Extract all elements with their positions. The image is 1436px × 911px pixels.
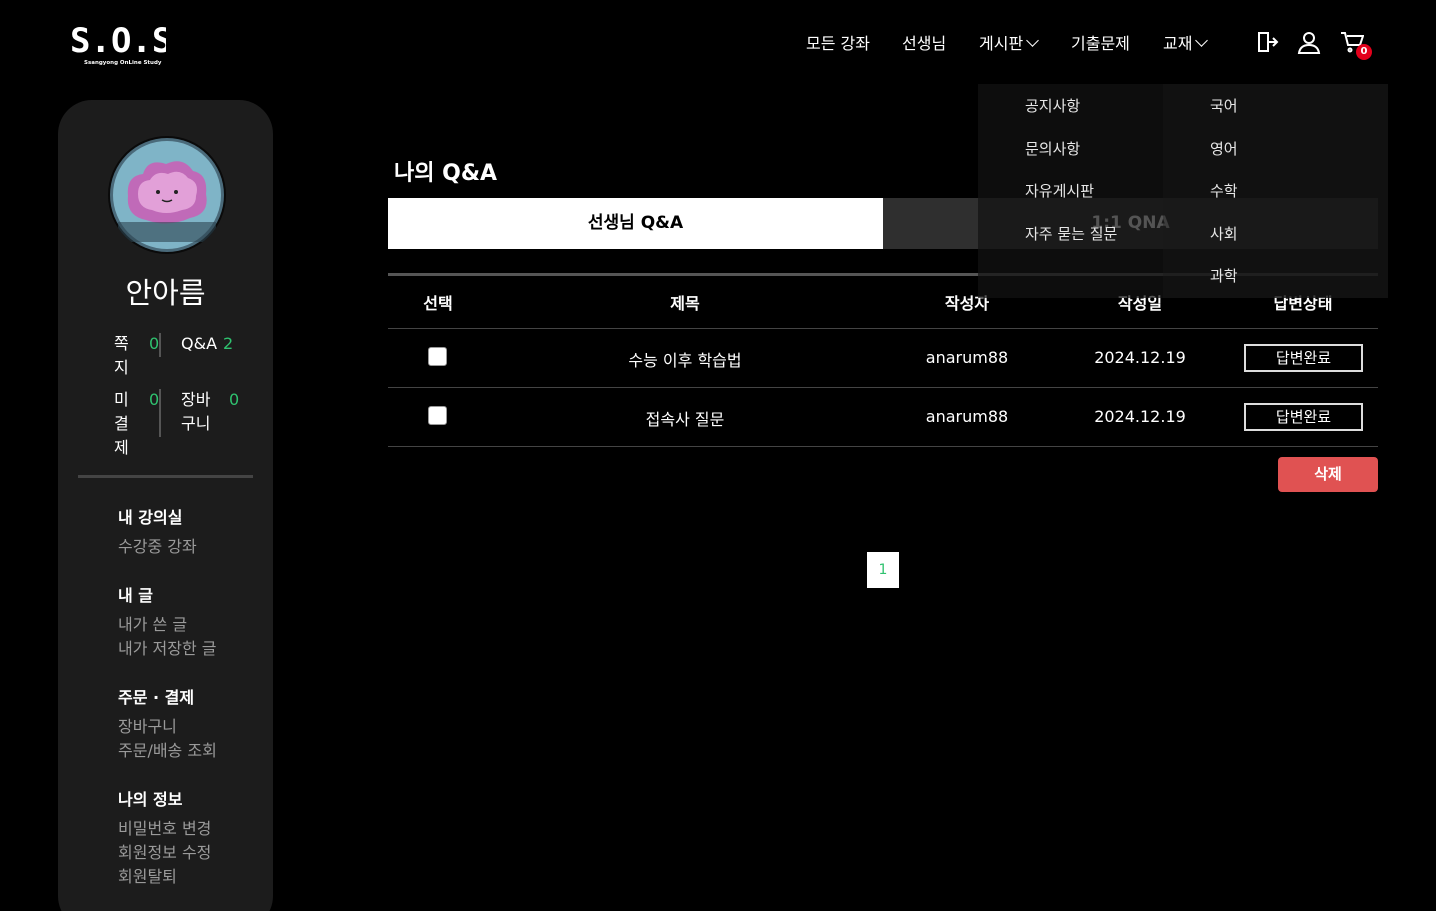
user-icon[interactable] [1297,30,1321,54]
sidebar-section-my-posts: 내 글 [118,586,154,605]
dropdown-item-free-board[interactable]: 자유게시판 [1025,180,1094,201]
logo-text: S.O.S [70,21,166,61]
nav-all-courses[interactable]: 모든 강좌 [806,30,870,53]
dropdown-item-faq[interactable]: 자주 묻는 질문 [1025,223,1117,244]
dropdown-item-inquiry[interactable]: 문의사항 [1025,138,1080,159]
chevron-down-icon [1195,34,1209,47]
nav-board-label: 게시판 [979,34,1024,53]
logout-icon[interactable] [1255,30,1279,54]
sidebar-section-my-classroom: 내 강의실 [118,508,183,527]
sidebar-link-edit-profile[interactable]: 회원정보 수정 [118,839,211,863]
row-author: anarum88 [925,407,1009,426]
stat-note-value: 0 [149,334,160,353]
dropdown-item-social[interactable]: 사회 [1210,223,1238,244]
nav-teachers[interactable]: 선생님 [902,30,946,53]
row-author: anarum88 [925,348,1009,367]
row-divider [388,387,1378,388]
dropdown-item-math[interactable]: 수학 [1210,180,1238,201]
sidebar-section-my-info: 나의 정보 [118,790,183,809]
row-title[interactable]: 접속사 질문 [535,406,835,430]
sidebar-link-change-password[interactable]: 비밀번호 변경 [118,815,211,839]
answer-status-button[interactable]: 답변완료 [1244,403,1363,431]
stat-qa-label[interactable]: Q&A [181,332,217,356]
tab-teacher-qa[interactable]: 선생님 Q&A [388,198,883,249]
stat-divider [159,389,161,437]
column-header-select: 선택 [423,294,453,313]
chevron-down-icon [1026,34,1040,47]
delete-button[interactable]: 삭제 [1278,457,1378,492]
site-logo[interactable]: S.O.S Ssangyong OnLine Study [70,20,166,68]
sidebar-link-enrolled-courses[interactable]: 수강중 강좌 [118,533,197,557]
row-checkbox[interactable] [428,347,447,366]
sidebar-link-cart[interactable]: 장바구니 [118,713,177,737]
logo-subtext: Ssangyong OnLine Study [84,60,162,66]
row-date: 2024.12.19 [1094,348,1186,367]
row-divider [388,328,1378,329]
dropdown-item-korean[interactable]: 국어 [1210,95,1238,116]
stat-qa-value: 2 [223,334,234,353]
sidebar-link-saved-posts[interactable]: 내가 저장한 글 [118,635,217,659]
nav-board[interactable]: 게시판 [979,30,1040,53]
stat-cart-value: 0 [229,390,240,409]
user-name: 안아름 [125,276,206,310]
cart-count-badge: 0 [1356,44,1372,60]
dropdown-item-english[interactable]: 영어 [1210,138,1238,159]
row-title[interactable]: 수능 이후 학습법 [535,347,835,371]
dropdown-item-science[interactable]: 과학 [1210,265,1238,286]
row-checkbox[interactable] [428,406,447,425]
stat-note-label[interactable]: 쪽지 [114,332,132,380]
pagination-page[interactable]: 1 [867,552,899,588]
nav-textbooks[interactable]: 교재 [1163,30,1209,53]
stat-divider [159,333,161,357]
row-divider [388,446,1378,447]
column-header-title: 제목 [670,294,700,313]
nav-dropdown-menu: 공지사항 문의사항 자유게시판 자주 묻는 질문 국어 영어 수학 사회 과학 [978,84,1388,298]
sidebar-link-my-posts[interactable]: 내가 쓴 글 [118,611,187,635]
answer-status-button[interactable]: 답변완료 [1244,344,1363,372]
sidebar-section-orders: 주문 · 결제 [118,688,195,707]
nav-textbooks-label: 교재 [1163,34,1193,53]
sidebar-divider [78,475,253,478]
stat-cart-label[interactable]: 장바구니 [181,388,215,436]
stat-unpaid-value: 0 [149,390,160,409]
page-title: 나의 Q&A [394,161,498,186]
sidebar-link-order-tracking[interactable]: 주문/배송 조회 [118,737,217,761]
nav-past-exams[interactable]: 기출문제 [1071,30,1130,53]
stat-unpaid-label[interactable]: 미결제 [114,388,132,460]
dropdown-item-notice[interactable]: 공지사항 [1025,95,1080,116]
avatar [108,136,226,254]
row-date: 2024.12.19 [1094,407,1186,426]
sidebar-link-withdraw[interactable]: 회원탈퇴 [118,863,177,887]
dropdown-column-books [1163,84,1388,298]
